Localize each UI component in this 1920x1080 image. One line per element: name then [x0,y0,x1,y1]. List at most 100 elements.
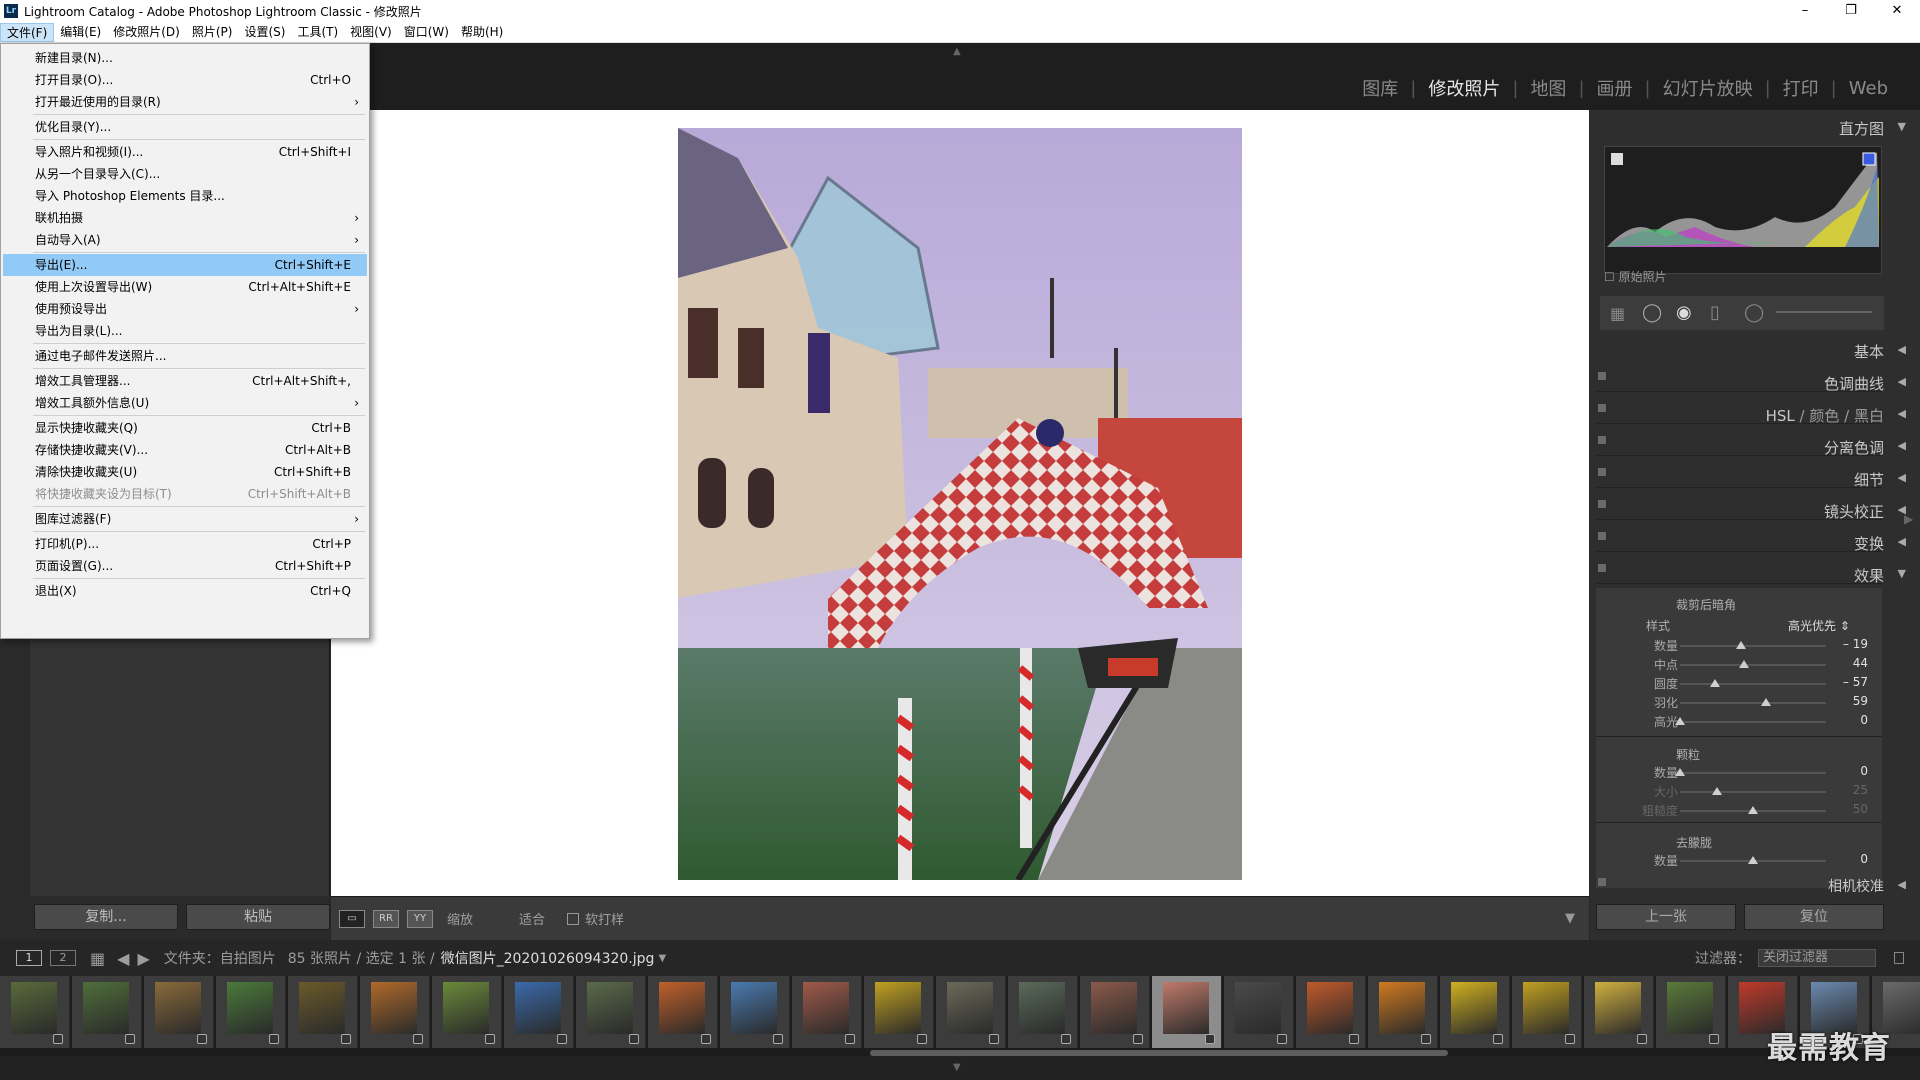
camera-calibration-header[interactable]: 相机校准 ◀ [1828,876,1906,896]
vignette-style-dropdown[interactable]: 高光优先 ⇕ [1788,617,1850,634]
filmstrip-thumbnail[interactable] [0,976,70,1048]
filmstrip-thumbnail[interactable] [1008,976,1078,1048]
second-window-button[interactable]: 2 [50,950,76,966]
slider-value[interactable]: 0 [1828,764,1868,778]
module-tab-4[interactable]: 幻灯片放映 [1651,75,1765,101]
lens-correction-header[interactable]: 镜头校正 ◀ [1824,501,1906,522]
slider-knob[interactable] [1736,641,1747,649]
menu-5[interactable]: 工具(T) [291,23,344,42]
bw-title[interactable]: 黑白 [1854,407,1884,425]
filter-lock-icon[interactable] [1894,952,1904,964]
previous-button[interactable]: 上一张 [1596,904,1736,930]
file-menu-item-18[interactable]: 清除快捷收藏夹(U) Ctrl+Shift+B [3,461,367,483]
split-toning-header[interactable]: 分离色调 ◀ [1824,437,1906,458]
loupe-view-icon[interactable]: ▭ [339,909,365,928]
current-filename[interactable]: 微信图片_20201026094320.jpg [441,948,655,968]
slider-knob[interactable] [1748,856,1758,864]
filmstrip-thumbnail[interactable] [792,976,862,1048]
right-panel-collapse-icon[interactable]: ▶ [1904,512,1913,526]
slider-vignette-sliders-4[interactable]: 高光 0 [1598,713,1876,731]
filmstrip-thumbnail[interactable] [72,976,142,1048]
slider-value[interactable]: 59 [1828,694,1868,708]
file-menu-item-8[interactable]: 自动导入(A) › [3,229,367,251]
hsl-header[interactable]: HSL / 颜色 / 黑白 ◀ [1766,405,1906,426]
file-menu-item-23[interactable]: 退出(X) Ctrl+Q [3,580,367,602]
graduated-filter-icon[interactable]: ▯ [1710,302,1720,323]
filmstrip-thumbnail[interactable] [648,976,718,1048]
slider-track[interactable] [1680,679,1826,687]
radial-filter-icon[interactable]: ◯ [1744,302,1764,323]
main-window-button[interactable]: 1 [16,950,42,966]
filmstrip-thumbnail[interactable] [1512,976,1582,1048]
transform-header[interactable]: 变换 ◀ [1854,533,1906,554]
filmstrip-thumbnail[interactable] [1440,976,1510,1048]
filmstrip-thumbnail[interactable] [1080,976,1150,1048]
slider-track[interactable] [1680,787,1826,795]
module-tab-0[interactable]: 图库 [1350,75,1410,101]
slider-track[interactable] [1680,806,1826,814]
file-menu-item-20[interactable]: 图库过滤器(F) › [3,508,367,530]
slider-dehaze-sliders-0[interactable]: 数量 0 [1598,852,1876,870]
transform-row[interactable] [1596,522,1882,552]
red-eye-icon[interactable]: ◉ [1676,302,1692,323]
color-title[interactable]: 颜色 [1809,407,1839,425]
slider-vignette-sliders-1[interactable]: 中点 44 [1598,656,1876,674]
slider-track[interactable] [1680,641,1826,649]
filmstrip-thumbnail[interactable] [1296,976,1366,1048]
slider-track[interactable] [1675,717,1826,725]
hsl-title[interactable]: HSL [1766,407,1795,425]
slider-knob[interactable] [1739,660,1750,668]
file-menu-item-4[interactable]: 导入照片和视频(I)... Ctrl+Shift+I [3,141,367,163]
filmstrip-thumbnail[interactable] [1224,976,1294,1048]
file-menu-item-9[interactable]: 导出(E)... Ctrl+Shift+E [3,254,367,276]
file-menu-item-1[interactable]: 打开目录(O)... Ctrl+O [3,69,367,91]
crop-tool-icon[interactable]: ▦ [1610,304,1625,323]
close-icon[interactable]: ✕ [1874,0,1920,22]
slider-value[interactable]: 0 [1828,713,1868,727]
slider-value[interactable]: 50 [1828,802,1868,816]
slider-vignette-sliders-3[interactable]: 羽化 59 [1598,694,1876,712]
panel-switch[interactable] [1598,436,1606,444]
detail-header[interactable]: 细节 ◀ [1854,469,1906,490]
file-menu-item-17[interactable]: 存储快捷收藏夹(V)... Ctrl+Alt+B [3,439,367,461]
file-menu-item-10[interactable]: 使用上次设置导出(W) Ctrl+Alt+Shift+E [3,276,367,298]
file-menu-item-6[interactable]: 导入 Photoshop Elements 目录... [3,185,367,207]
back-arrow-icon[interactable]: ◀ [117,949,129,968]
reset-button[interactable]: 复位 [1744,904,1884,930]
menu-0[interactable]: 文件(F) [0,22,55,42]
filmstrip-thumbnail[interactable] [1152,976,1222,1048]
panel-switch[interactable] [1598,404,1606,412]
filmstrip-thumbnail[interactable] [288,976,358,1048]
filter-dropdown[interactable]: 关闭过滤器 [1758,949,1876,967]
slider-knob[interactable] [1748,806,1758,814]
module-tab-1[interactable]: 修改照片 [1416,75,1512,101]
file-menu-item-22[interactable]: 页面设置(G)... Ctrl+Shift+P [3,555,367,577]
effects-row[interactable] [1596,554,1882,584]
grid-view-icon[interactable]: ▦ [90,949,105,968]
file-menu-item-2[interactable]: 打开最近使用的目录(R) › [3,91,367,113]
menu-3[interactable]: 照片(P) [186,23,239,42]
histogram-header[interactable]: 直方图 ▼ [1839,118,1906,139]
filmstrip-thumbnail[interactable] [576,976,646,1048]
collapse-bottom-panel-icon[interactable]: ▼ [953,1062,961,1073]
before-after-lr-icon[interactable]: RR [373,909,399,928]
collapse-top-panel-icon[interactable]: ▲ [953,46,961,57]
module-tab-6[interactable]: Web [1837,78,1900,99]
file-menu-item-21[interactable]: 打印机(P)... Ctrl+P [3,533,367,555]
effects-header[interactable]: 效果 ▼ [1854,565,1906,586]
panel-switch[interactable] [1598,878,1606,886]
fit-label[interactable]: 适合 [519,909,545,928]
spot-removal-icon[interactable]: ◯ [1642,302,1662,323]
file-menu-item-12[interactable]: 导出为目录(L)... [3,320,367,342]
slider-grain-sliders-2[interactable]: 粗糙度 50 [1598,802,1876,820]
file-menu-item-14[interactable]: 增效工具管理器... Ctrl+Alt+Shift+, [3,370,367,392]
module-tab-5[interactable]: 打印 [1771,75,1831,101]
panel-switch[interactable] [1598,468,1606,476]
folder-breadcrumb[interactable]: 文件夹：自拍图片 [164,948,276,968]
toolbar-menu-icon[interactable]: ▼ [1565,911,1575,926]
file-menu-item-16[interactable]: 显示快捷收藏夹(Q) Ctrl+B [3,417,367,439]
filmstrip-thumbnail[interactable] [1368,976,1438,1048]
forward-arrow-icon[interactable]: ▶ [137,949,149,968]
slider-knob[interactable] [1710,679,1721,687]
slider-knob[interactable] [1675,717,1685,725]
